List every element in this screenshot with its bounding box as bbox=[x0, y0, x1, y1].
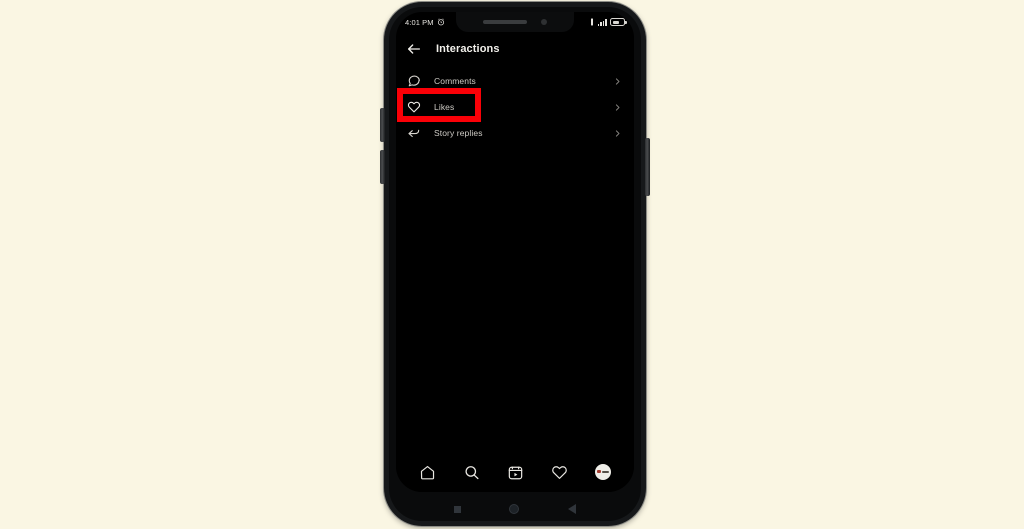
reels-icon[interactable] bbox=[507, 464, 524, 481]
status-bar-right bbox=[589, 18, 627, 26]
phone-screen: 4:01 PM Interactions Comments Likes Stor… bbox=[396, 12, 634, 492]
status-bar: 4:01 PM bbox=[396, 12, 634, 32]
interactions-list: Comments Likes Story replies bbox=[396, 68, 634, 146]
list-item-label: Likes bbox=[434, 102, 455, 112]
list-item-likes[interactable]: Likes bbox=[396, 94, 634, 120]
profile-avatar[interactable] bbox=[594, 464, 611, 480]
phone-frame: 4:01 PM Interactions Comments Likes Stor… bbox=[380, 2, 650, 526]
reply-arrow-icon bbox=[408, 129, 420, 138]
home-circle-icon[interactable] bbox=[509, 504, 520, 514]
page-title: Interactions bbox=[436, 43, 500, 55]
activity-heart-icon[interactable] bbox=[551, 464, 568, 481]
back-triangle-icon[interactable] bbox=[567, 504, 576, 514]
volume-up-button[interactable] bbox=[380, 108, 385, 142]
heart-icon bbox=[407, 101, 421, 113]
bottom-nav-bar bbox=[396, 454, 634, 492]
chevron-right-icon bbox=[615, 103, 620, 111]
battery-icon bbox=[610, 18, 627, 26]
cellular-signal-icon bbox=[597, 18, 607, 26]
recents-square-icon[interactable] bbox=[454, 505, 462, 513]
alarm-clock-icon bbox=[437, 18, 444, 26]
list-item-comments[interactable]: Comments bbox=[396, 68, 634, 94]
home-icon[interactable] bbox=[419, 464, 436, 481]
list-item-story-replies[interactable]: Story replies bbox=[396, 120, 634, 146]
app-header: Interactions bbox=[396, 36, 634, 62]
chevron-right-icon bbox=[615, 77, 620, 85]
list-item-label: Story replies bbox=[434, 128, 483, 138]
status-bar-left: 4:01 PM bbox=[405, 18, 445, 27]
chevron-right-icon bbox=[615, 129, 620, 137]
vibrate-icon bbox=[590, 18, 593, 26]
status-time: 4:01 PM bbox=[405, 17, 434, 27]
comment-bubble-icon bbox=[408, 75, 420, 87]
list-item-label: Comments bbox=[434, 76, 476, 86]
back-arrow-icon[interactable] bbox=[406, 41, 422, 57]
search-icon[interactable] bbox=[463, 464, 480, 481]
power-button[interactable] bbox=[645, 138, 650, 196]
volume-down-button[interactable] bbox=[380, 150, 385, 184]
android-system-nav-bar bbox=[396, 492, 634, 526]
